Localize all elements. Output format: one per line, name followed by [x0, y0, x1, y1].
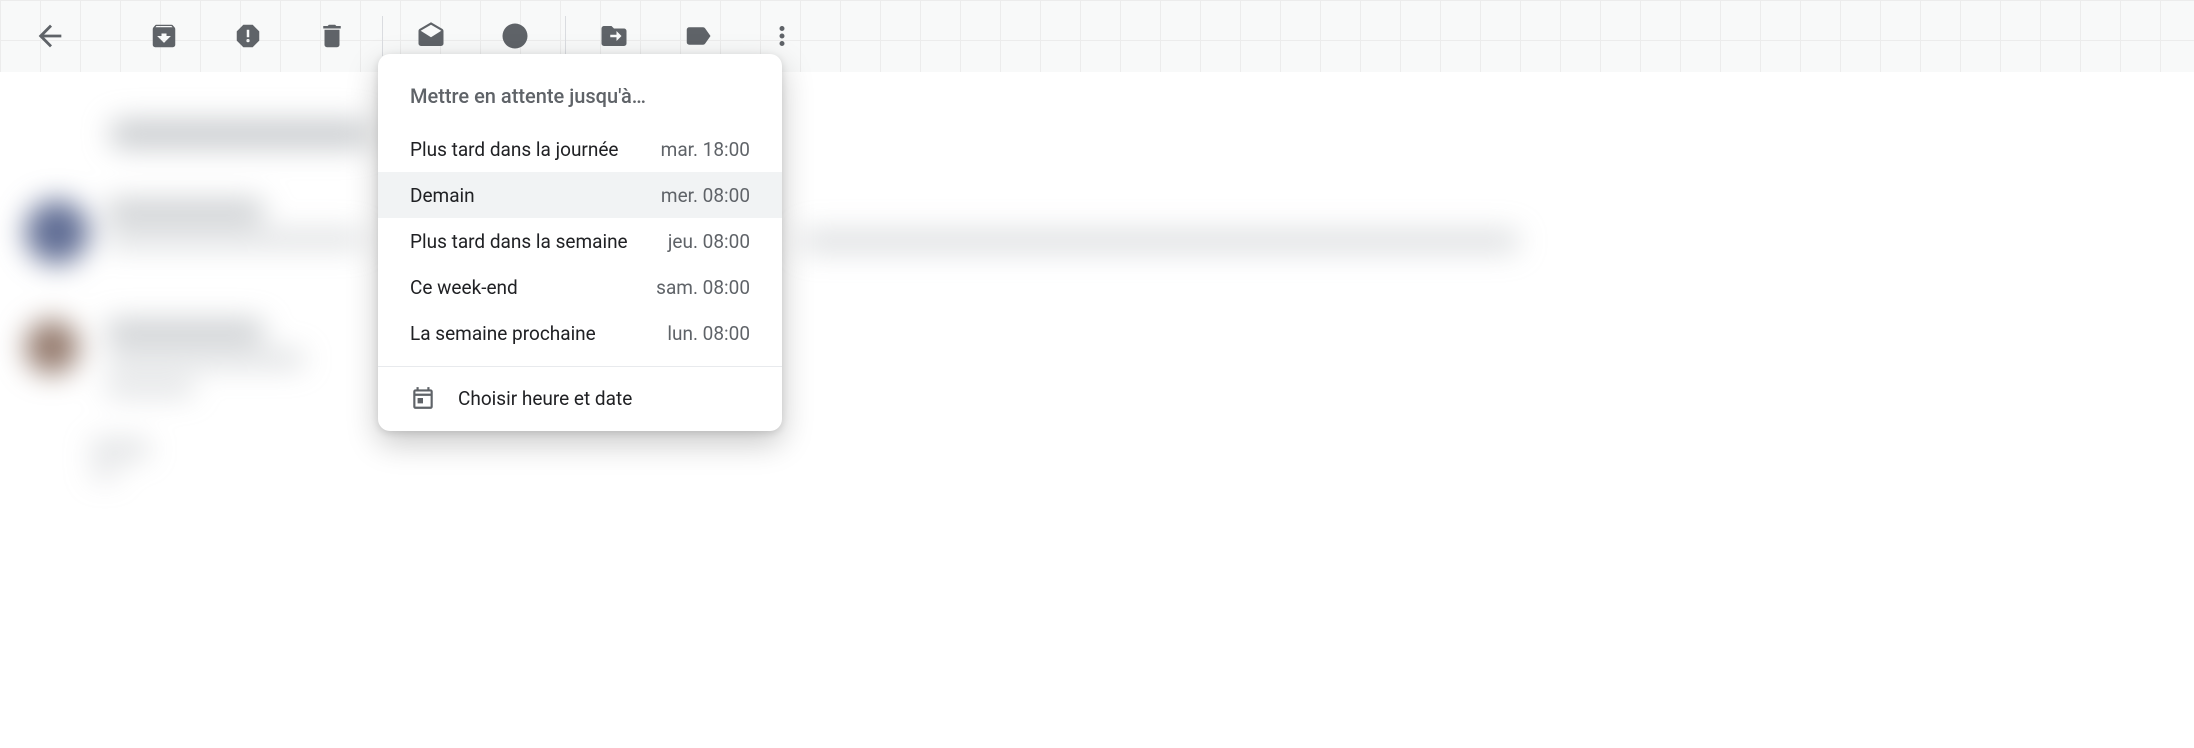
toolbar-separator — [565, 16, 566, 56]
delete-button[interactable] — [304, 8, 360, 64]
snooze-option-label: Demain — [410, 184, 475, 207]
snooze-pick-label: Choisir heure et date — [458, 387, 632, 410]
snooze-option-time: mar. 18:00 — [661, 138, 750, 161]
snooze-option-label: Plus tard dans la journée — [410, 138, 619, 161]
snooze-option-tomorrow[interactable]: Demain mer. 08:00 — [378, 172, 782, 218]
label-icon — [683, 21, 713, 51]
snooze-menu: Mettre en attente jusqu'à… Plus tard dan… — [378, 54, 782, 431]
report-spam-button[interactable] — [220, 8, 276, 64]
snooze-option-time: mer. 08:00 — [661, 184, 750, 207]
snooze-option-time: sam. 08:00 — [656, 276, 750, 299]
back-button[interactable] — [22, 8, 78, 64]
snooze-menu-title: Mettre en attente jusqu'à… — [378, 76, 782, 126]
more-vert-icon — [767, 21, 797, 51]
snooze-option-label: La semaine prochaine — [410, 322, 596, 345]
calendar-icon — [410, 385, 436, 411]
snooze-option-label: Plus tard dans la semaine — [410, 230, 628, 253]
snooze-option-next-week[interactable]: La semaine prochaine lun. 08:00 — [378, 310, 782, 356]
snooze-option-label: Ce week-end — [410, 276, 518, 299]
snooze-option-later-this-week[interactable]: Plus tard dans la semaine jeu. 08:00 — [378, 218, 782, 264]
report-spam-icon — [233, 21, 263, 51]
menu-separator — [378, 366, 782, 367]
mark-unread-icon — [416, 21, 446, 51]
content-background — [0, 72, 2194, 748]
move-to-icon — [599, 21, 629, 51]
snooze-pick-date-time[interactable]: Choisir heure et date — [378, 373, 782, 421]
snooze-option-time: jeu. 08:00 — [668, 230, 750, 253]
archive-icon — [149, 21, 179, 51]
snooze-icon — [500, 21, 530, 51]
snooze-option-this-weekend[interactable]: Ce week-end sam. 08:00 — [378, 264, 782, 310]
arrow-back-icon — [33, 19, 67, 53]
snooze-option-later-today[interactable]: Plus tard dans la journée mar. 18:00 — [378, 126, 782, 172]
toolbar-separator — [382, 16, 383, 56]
archive-button[interactable] — [136, 8, 192, 64]
snooze-option-time: lun. 08:00 — [667, 322, 750, 345]
delete-icon — [317, 21, 347, 51]
